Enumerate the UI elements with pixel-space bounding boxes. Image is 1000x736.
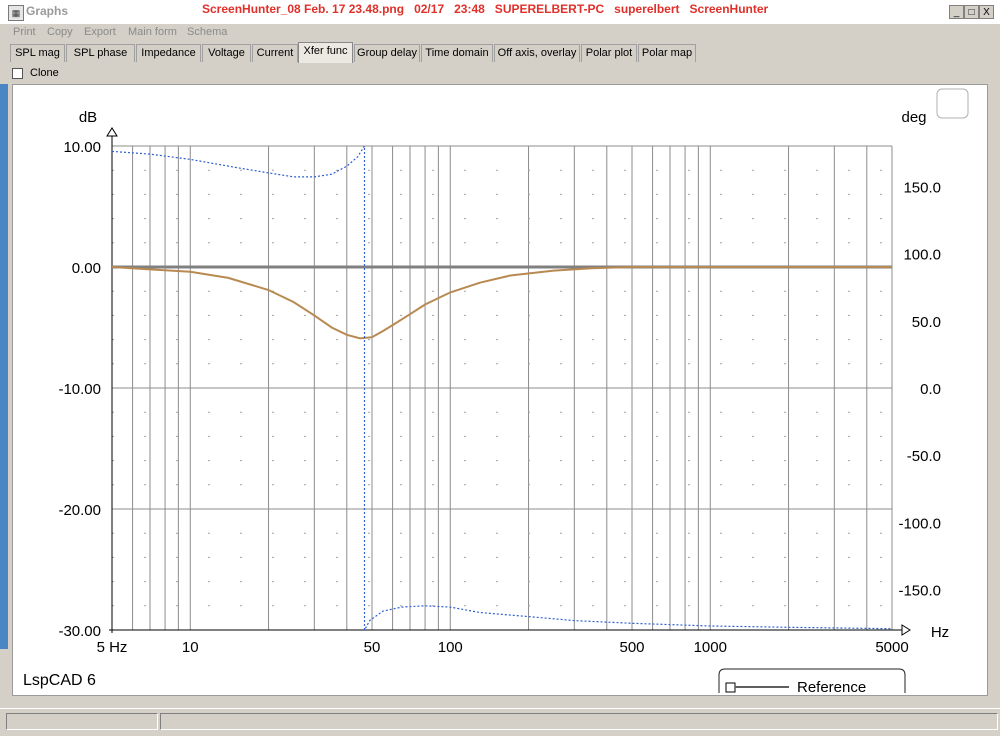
tab-spl-phase[interactable]: SPL phase bbox=[66, 44, 135, 62]
legend-label: Reference bbox=[797, 679, 866, 695]
x-tick-label: 1000 bbox=[694, 639, 727, 656]
background-window-edge bbox=[0, 84, 8, 649]
y2-axis-label: deg bbox=[901, 109, 926, 126]
x-tick-label: 500 bbox=[619, 639, 644, 656]
y-axis-label: dB bbox=[79, 109, 97, 126]
menu-main-form[interactable]: Main form bbox=[128, 26, 177, 38]
plot-panel: dB deg Hz LspCAD 6 5 Hz 10 50 100 500 1000 500… bbox=[12, 84, 988, 696]
status-bar bbox=[0, 708, 1000, 736]
legend: Reference bbox=[718, 668, 906, 696]
y-tick-label: -30.00 bbox=[58, 623, 101, 640]
tab-current[interactable]: Current bbox=[252, 44, 298, 62]
y2-tick-label: -50.0 bbox=[907, 448, 941, 465]
magnitude-line bbox=[111, 266, 892, 340]
status-pane-main bbox=[160, 713, 998, 730]
corner-button[interactable] bbox=[936, 88, 969, 119]
menu-export[interactable]: Export bbox=[84, 26, 116, 38]
y2-tick-label: 0.0 bbox=[920, 381, 941, 398]
y-tick-label: 0.00 bbox=[72, 260, 101, 277]
tab-polar-plot[interactable]: Polar plot bbox=[581, 44, 637, 62]
menu-copy[interactable]: Copy bbox=[47, 26, 73, 38]
menu-schema[interactable]: Schema bbox=[187, 26, 227, 38]
transfer-function-chart: dB deg Hz LspCAD 6 5 Hz 10 50 100 500 1000 500… bbox=[23, 88, 969, 696]
x-tick-label: 100 bbox=[438, 639, 463, 656]
tab-impedance[interactable]: Impedance bbox=[136, 44, 201, 62]
capture-title: ScreenHunter_08 Feb. 17 23.48.png 02/17 … bbox=[202, 2, 769, 16]
x-tick-label: 10 bbox=[182, 639, 199, 656]
product-label: LspCAD 6 bbox=[23, 672, 96, 689]
tab-spl-mag[interactable]: SPL mag bbox=[10, 44, 65, 62]
y-tick-label: 10.00 bbox=[63, 139, 101, 156]
menu-print[interactable]: Print bbox=[13, 26, 36, 38]
status-pane-left bbox=[6, 713, 158, 730]
tab-polar-map[interactable]: Polar map bbox=[638, 44, 696, 62]
clone-checkbox[interactable] bbox=[12, 68, 23, 79]
tab-voltage[interactable]: Voltage bbox=[202, 44, 251, 62]
x-tick-label: 5 Hz bbox=[97, 639, 128, 656]
grid bbox=[106, 127, 911, 636]
title-bar: ▦ Graphs ScreenHunter_08 Feb. 17 23.48.p… bbox=[0, 0, 1000, 25]
clone-label: Clone bbox=[30, 67, 59, 79]
minimize-button[interactable]: _ bbox=[949, 5, 964, 19]
tab-off-axis-overlay[interactable]: Off axis, overlay bbox=[494, 44, 580, 62]
axis-labels: dB deg Hz LspCAD 6 5 Hz 10 50 100 500 1000 500… bbox=[23, 109, 949, 689]
app-name: Graphs bbox=[26, 4, 69, 18]
y2-tick-label: 100.0 bbox=[903, 247, 941, 264]
y2-tick-label: 150.0 bbox=[903, 179, 941, 196]
y-tick-label: -10.00 bbox=[58, 381, 101, 398]
x-tick-label: 5000 bbox=[875, 639, 908, 656]
tab-xfer-func[interactable]: Xfer func bbox=[298, 42, 353, 63]
y2-tick-label: 50.0 bbox=[912, 314, 941, 331]
y-axis-arrow bbox=[106, 127, 118, 137]
y2-tick-label: -150.0 bbox=[898, 583, 941, 600]
tab-time-domain[interactable]: Time domain bbox=[421, 44, 493, 62]
x-unit-label: Hz bbox=[931, 624, 949, 641]
x-tick-label: 50 bbox=[364, 639, 381, 656]
menu-bar: Print Copy Export Main form Schema bbox=[0, 24, 1000, 42]
legend-checkbox[interactable] bbox=[725, 682, 736, 693]
tab-group-delay[interactable]: Group delay bbox=[354, 44, 420, 62]
close-button[interactable]: X bbox=[979, 5, 994, 19]
y-tick-label: -20.00 bbox=[58, 502, 101, 519]
maximize-button[interactable]: □ bbox=[964, 5, 979, 19]
x-axis-arrow bbox=[901, 624, 911, 636]
y2-tick-label: -100.0 bbox=[898, 515, 941, 532]
app-icon: ▦ bbox=[8, 5, 24, 21]
